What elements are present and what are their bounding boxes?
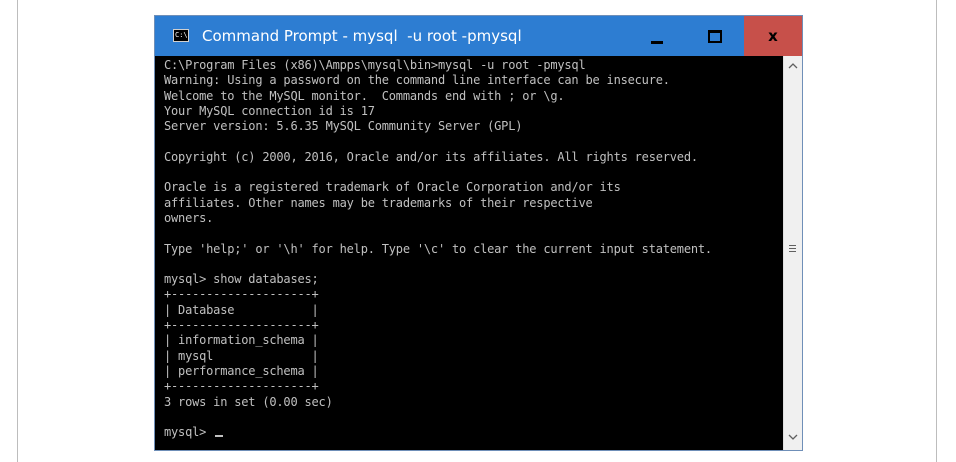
cmd-icon[interactable]: C:\	[173, 29, 189, 42]
scroll-thumb[interactable]	[787, 86, 798, 410]
scroll-up-button[interactable]	[784, 57, 802, 75]
console-line: +--------------------+	[164, 287, 319, 302]
console-line: owners.	[164, 210, 214, 225]
console-line: | mysql |	[164, 348, 319, 363]
command-prompt-window[interactable]: C:\ Command Prompt - mysql -u root -pmys…	[154, 15, 803, 451]
title-bar[interactable]: C:\ Command Prompt - mysql -u root -pmys…	[155, 16, 802, 56]
console-line: Your MySQL connection id is 17	[164, 103, 375, 118]
window-title: Command Prompt - mysql -u root -pmysql	[202, 27, 522, 45]
vertical-scrollbar[interactable]	[783, 56, 802, 450]
console-line: Copyright (c) 2000, 2016, Oracle and/or …	[164, 149, 698, 164]
console-line: C:\Program Files (x86)\Ampps\mysql\bin>m…	[164, 58, 586, 72]
console-line: | performance_schema |	[164, 363, 319, 378]
scroll-grip-icon	[789, 244, 796, 252]
minimize-icon	[651, 40, 663, 44]
text-cursor	[215, 435, 224, 438]
close-icon: x	[768, 27, 778, 45]
scroll-up-icon	[788, 63, 798, 69]
console-line: Welcome to the MySQL monitor. Commands e…	[164, 88, 565, 103]
console-line: Server version: 5.6.35 MySQL Community S…	[164, 119, 523, 134]
scroll-down-button[interactable]	[784, 428, 802, 446]
cmd-icon-label: C:\	[175, 31, 188, 39]
console-line: 3 rows in set (0.00 sec)	[164, 394, 333, 409]
maximize-button[interactable]	[686, 16, 744, 56]
console-line: | information_schema |	[164, 333, 319, 348]
console-line: +--------------------+	[164, 318, 319, 333]
console-prompt: mysql>	[164, 425, 214, 440]
console-line: mysql> show databases;	[164, 272, 319, 287]
console-line: +--------------------+	[164, 379, 319, 394]
console-line: Type 'help;' or '\h' for help. Type '\c'…	[164, 241, 712, 256]
maximize-icon	[708, 29, 722, 43]
console-lines: C:\Program Files (x86)\Ampps\mysql\bin>m…	[164, 58, 712, 409]
minimize-button[interactable]	[628, 16, 686, 56]
close-button[interactable]: x	[744, 16, 802, 56]
console-line: Oracle is a registered trademark of Orac…	[164, 180, 621, 195]
console-text: C:\Program Files (x86)\Ampps\mysql\bin>m…	[164, 58, 712, 440]
console-output[interactable]: C:\Program Files (x86)\Ampps\mysql\bin>m…	[155, 56, 783, 450]
scroll-down-icon	[788, 434, 798, 440]
console-line: | Database |	[164, 302, 319, 317]
console-line: affiliates. Other names may be trademark…	[164, 195, 593, 210]
console-line: Warning: Using a password on the command…	[164, 73, 670, 88]
